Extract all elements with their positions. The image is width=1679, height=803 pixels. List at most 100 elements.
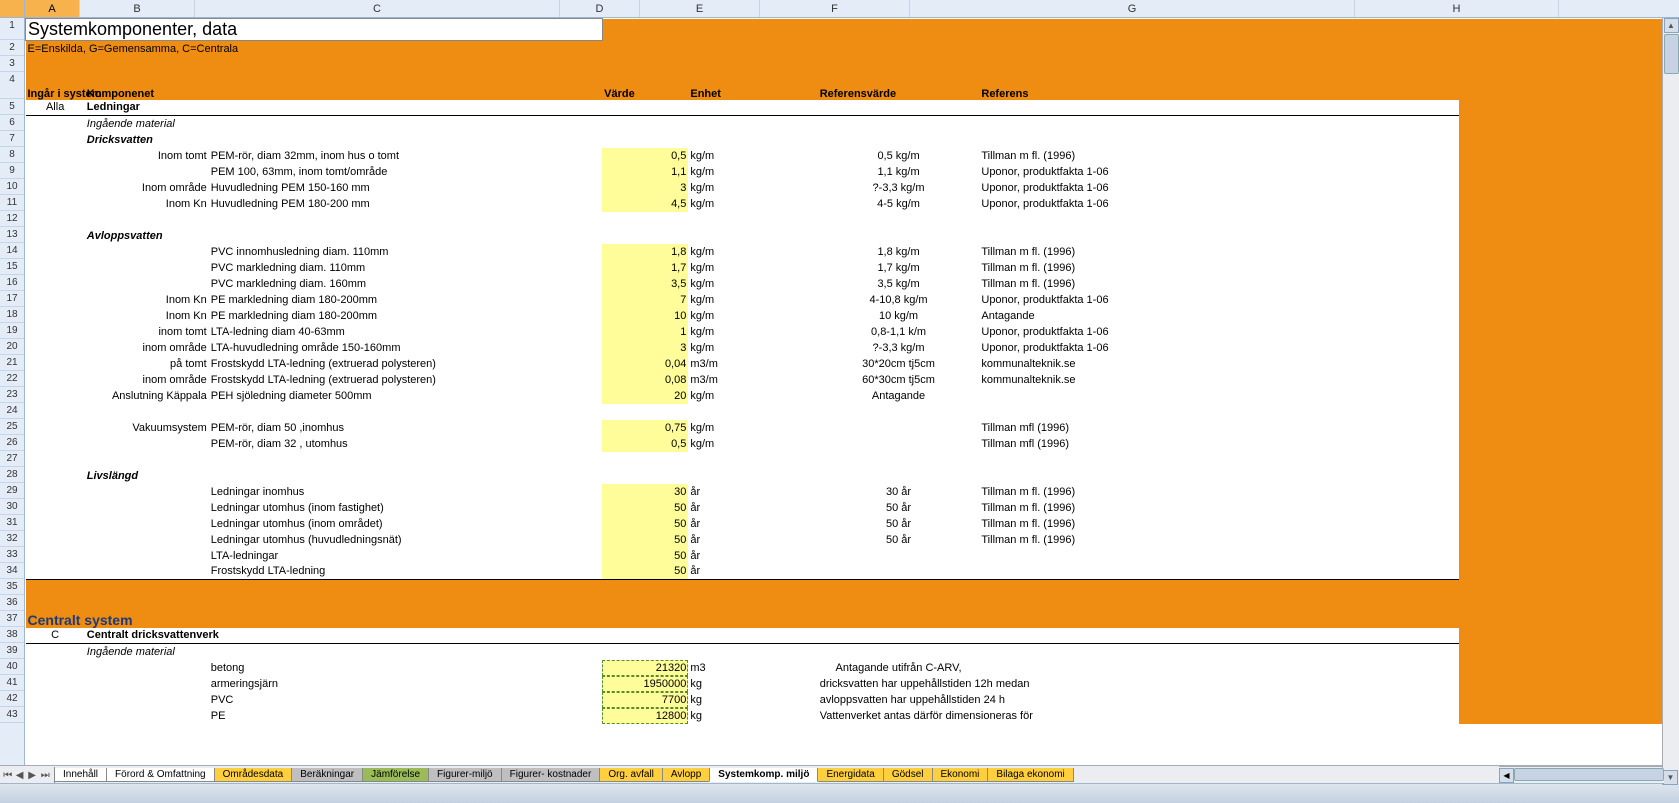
cell[interactable] bbox=[26, 516, 85, 532]
header-cell[interactable]: Komponenet bbox=[85, 73, 209, 100]
cell[interactable] bbox=[26, 164, 85, 180]
cell[interactable]: Inom område bbox=[85, 180, 209, 196]
cell[interactable] bbox=[1459, 324, 1679, 340]
cell[interactable]: dricksvatten har uppehållstiden 12h meda… bbox=[818, 676, 980, 692]
cell[interactable]: kg/m bbox=[688, 292, 817, 308]
row-header-14[interactable]: 14 bbox=[0, 243, 24, 259]
cell[interactable] bbox=[979, 388, 1459, 404]
cell[interactable] bbox=[26, 404, 1460, 420]
cell[interactable] bbox=[26, 57, 1679, 73]
cell[interactable]: kg bbox=[688, 676, 817, 692]
cell[interactable]: år bbox=[688, 500, 817, 516]
cell[interactable]: ?-3,3 kg/m bbox=[818, 340, 980, 356]
cell[interactable] bbox=[979, 548, 1459, 564]
sheet-tab[interactable]: Beräkningar bbox=[291, 768, 363, 782]
row-header-15[interactable]: 15 bbox=[0, 259, 24, 275]
cell[interactable]: 0,5 bbox=[602, 436, 688, 452]
cell[interactable] bbox=[85, 244, 209, 260]
cell[interactable]: år bbox=[688, 516, 817, 532]
cell[interactable] bbox=[26, 116, 85, 132]
cell[interactable] bbox=[85, 708, 209, 724]
cell[interactable]: Inom tomt bbox=[85, 148, 209, 164]
cell[interactable] bbox=[209, 228, 1459, 244]
cell[interactable] bbox=[26, 548, 85, 564]
cell[interactable] bbox=[209, 468, 1459, 484]
sheet-tab[interactable]: Systemkomp. miljö bbox=[709, 768, 818, 782]
cell[interactable]: år bbox=[688, 484, 817, 500]
cell[interactable] bbox=[602, 41, 1679, 57]
row-header-18[interactable]: 18 bbox=[0, 307, 24, 323]
cell[interactable]: inom tomt bbox=[85, 324, 209, 340]
cell[interactable]: Huvudledning PEM 180-200 mm bbox=[209, 196, 602, 212]
tab-nav-last[interactable]: ⏭ bbox=[41, 770, 51, 780]
row-header-37[interactable]: 37 bbox=[0, 611, 24, 627]
row-header-35[interactable]: 35 bbox=[0, 579, 24, 595]
cell[interactable]: Avloppsvatten bbox=[85, 228, 209, 244]
cell[interactable] bbox=[979, 676, 1459, 692]
row-header-26[interactable]: 26 bbox=[0, 435, 24, 451]
row-header-36[interactable]: 36 bbox=[0, 595, 24, 611]
cell[interactable]: Ledningar utomhus (inom fastighet) bbox=[209, 500, 602, 516]
cell[interactable]: 1950000 bbox=[602, 676, 688, 692]
cell[interactable]: 50 år bbox=[818, 532, 980, 548]
cell[interactable] bbox=[26, 452, 1460, 468]
cell[interactable]: på tomt bbox=[85, 356, 209, 372]
cell[interactable] bbox=[979, 564, 1459, 580]
cell[interactable] bbox=[85, 276, 209, 292]
cell[interactable]: Antagande bbox=[979, 308, 1459, 324]
cell[interactable]: C bbox=[26, 628, 85, 644]
tab-nav-first[interactable]: ⏮ bbox=[3, 770, 13, 780]
cell[interactable]: Ledningar utomhus (huvudledningsnät) bbox=[209, 532, 602, 548]
cell[interactable]: 12800 bbox=[602, 708, 688, 724]
cell[interactable] bbox=[1459, 116, 1679, 132]
cell[interactable]: 10 kg/m bbox=[818, 308, 980, 324]
cell[interactable] bbox=[26, 644, 85, 660]
cell[interactable] bbox=[26, 596, 1679, 612]
cell[interactable]: kg/m bbox=[688, 308, 817, 324]
row-header-22[interactable]: 22 bbox=[0, 371, 24, 387]
cell[interactable]: Ledningar utomhus (inom området) bbox=[209, 516, 602, 532]
cell[interactable] bbox=[26, 132, 85, 148]
sheet-tab[interactable]: Innehåll bbox=[54, 768, 107, 782]
column-header-G[interactable]: G bbox=[910, 0, 1355, 17]
cell[interactable] bbox=[1459, 532, 1679, 548]
cell[interactable]: 4-10,8 kg/m bbox=[818, 292, 980, 308]
row-header-13[interactable]: 13 bbox=[0, 227, 24, 243]
row-header-34[interactable]: 34 bbox=[0, 563, 24, 579]
sheet-tab[interactable]: Jämförelse bbox=[362, 768, 429, 782]
cell[interactable] bbox=[1459, 276, 1679, 292]
cell[interactable]: 1 bbox=[602, 324, 688, 340]
cell[interactable]: kg/m bbox=[688, 276, 817, 292]
cell[interactable] bbox=[1459, 196, 1679, 212]
cell[interactable]: PE bbox=[209, 708, 602, 724]
tab-nav-prev[interactable]: ◀ bbox=[16, 770, 26, 780]
cell[interactable]: Uponor, produktfakta 1-06 bbox=[979, 164, 1459, 180]
cell[interactable]: 20 bbox=[602, 388, 688, 404]
cell[interactable]: betong bbox=[209, 660, 602, 676]
row-header-27[interactable]: 27 bbox=[0, 451, 24, 467]
cell[interactable]: PVC innomhusledning diam. 110mm bbox=[209, 244, 602, 260]
cell[interactable]: LTA-huvudledning område 150-160mm bbox=[209, 340, 602, 356]
cell[interactable]: inom område bbox=[85, 340, 209, 356]
cell[interactable] bbox=[602, 19, 1679, 41]
section-title[interactable]: Centralt system bbox=[26, 612, 603, 628]
cell[interactable]: Centralt dricksvattenverk bbox=[85, 628, 209, 644]
cell[interactable]: 50 år bbox=[818, 516, 980, 532]
cell[interactable] bbox=[1459, 484, 1679, 500]
cell[interactable]: Tillman m fl. (1996) bbox=[979, 276, 1459, 292]
column-header-D[interactable]: D bbox=[560, 0, 640, 17]
cell[interactable]: Vattenverket antas därför dimensioneras … bbox=[818, 708, 980, 724]
cell[interactable] bbox=[85, 500, 209, 516]
row-header-3[interactable]: 3 bbox=[0, 56, 24, 72]
row-header-42[interactable]: 42 bbox=[0, 691, 24, 707]
sheet-tab[interactable]: Org. avfall bbox=[599, 768, 663, 782]
cell[interactable] bbox=[1459, 692, 1679, 708]
cell[interactable]: Tillman m fl. (1996) bbox=[979, 484, 1459, 500]
cell[interactable]: 50 bbox=[602, 564, 688, 580]
row-header-4[interactable]: 4 bbox=[0, 72, 24, 99]
cell[interactable]: kg/m bbox=[688, 260, 817, 276]
cell[interactable] bbox=[1459, 500, 1679, 516]
cell[interactable] bbox=[26, 276, 85, 292]
cell[interactable]: 0,8-1,1 k/m bbox=[818, 324, 980, 340]
cell[interactable]: Tillman mfl (1996) bbox=[979, 420, 1459, 436]
